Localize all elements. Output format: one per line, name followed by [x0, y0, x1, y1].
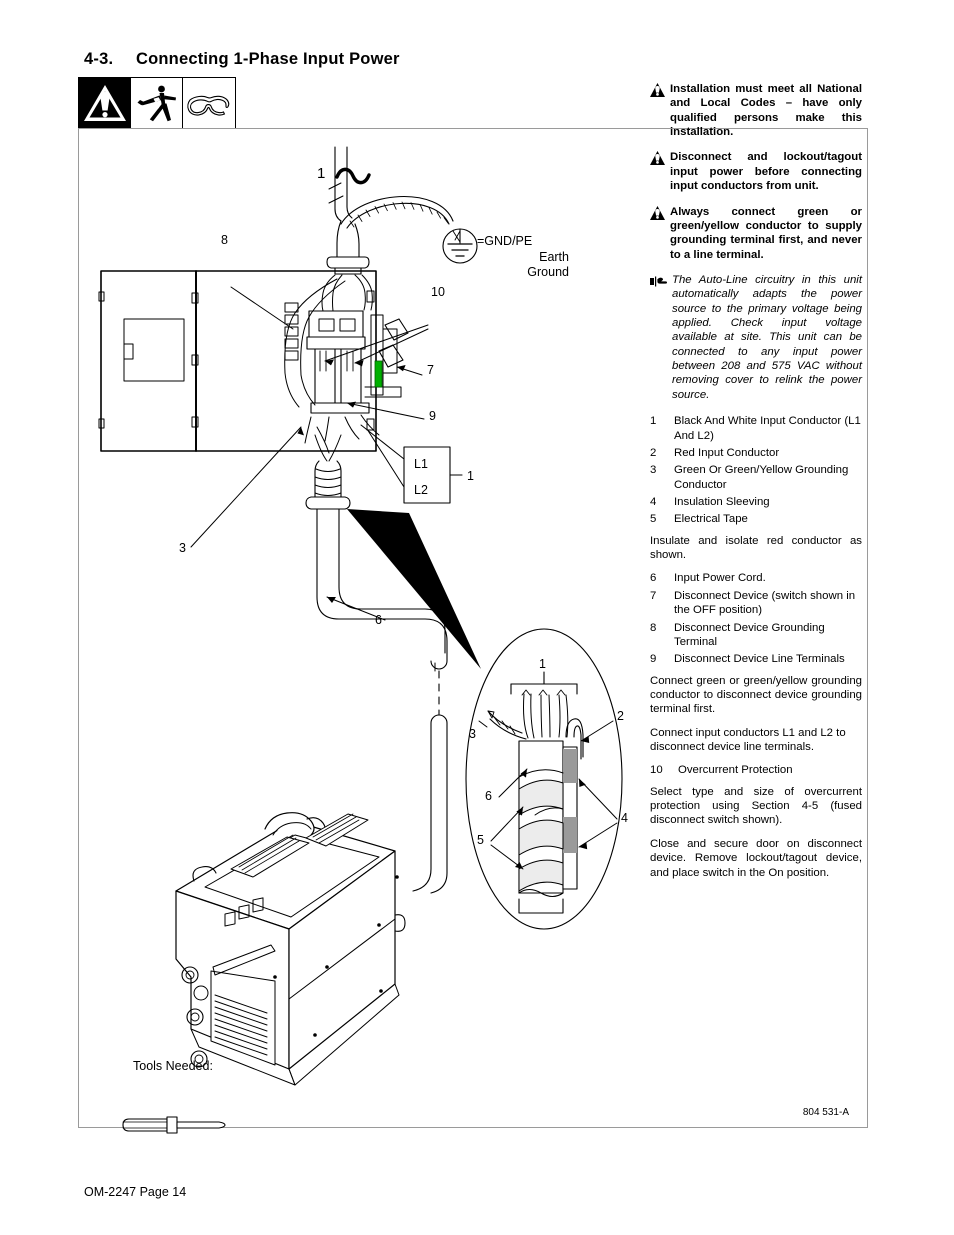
warning-item: Always connect green or green/yellow con… — [650, 205, 862, 262]
item-text: Disconnect Device (switch shown in the O… — [674, 589, 856, 617]
gnd-line-1: =GND/PE — [477, 234, 533, 248]
warning-text: Always connect green or green/yellow con… — [670, 205, 862, 261]
list-item: 2 Red Input Conductor — [650, 446, 862, 460]
paragraph-grounding: Connect green or green/yellow grounding … — [650, 674, 862, 716]
callout-9: 9 — [429, 409, 436, 423]
item-text: Disconnect Device Line Terminals — [674, 653, 845, 666]
safety-icon-strip — [78, 77, 236, 129]
item-number: 3 — [650, 464, 657, 477]
warning-triangle-icon — [79, 78, 131, 128]
safety-glasses-icon — [183, 78, 235, 128]
list-item: 1 Black And White Input Conductor (L1 An… — [650, 414, 862, 443]
section-title: Connecting 1-Phase Input Power — [136, 50, 400, 68]
tools-needed-label: Tools Needed: — [133, 1059, 213, 1073]
disconnect-switch-handle — [374, 360, 383, 388]
item-number: 4 — [650, 495, 657, 508]
item-text: Disconnect Device Grounding Terminal — [674, 621, 825, 648]
paragraph-insulate: Insulate and isolate red conductor as sh… — [650, 534, 862, 562]
warning-triangle-icon — [650, 82, 670, 139]
list-item: 5 Electrical Tape — [650, 512, 862, 526]
manual-page: 4-3. Connecting 1-Phase Input Power 1 =G… — [0, 0, 954, 1235]
pointing-hand-icon — [650, 273, 672, 402]
detail-callout-1: 1 — [539, 657, 546, 671]
item-list-primary: 1 Black And White Input Conductor (L1 An… — [650, 414, 862, 527]
item-text: Overcurrent Protection — [678, 764, 793, 777]
list-item: 4 Insulation Sleeving — [650, 495, 862, 509]
callout-8: 8 — [221, 233, 228, 247]
list-item: 7 Disconnect Device (switch shown in the… — [650, 589, 862, 618]
item-text: Red Input Conductor — [674, 446, 780, 459]
warning-triangle-icon — [650, 205, 670, 262]
paragraph-overcurrent: Select type and size of overcurrent prot… — [650, 785, 862, 827]
terminal-l1-label: L1 — [414, 457, 428, 471]
phase-count-label: 1 — [317, 165, 326, 182]
page-footer: OM-2247 Page 14 — [84, 1185, 187, 1199]
terminal-l2-label: L2 — [414, 483, 428, 497]
item-number: 9 — [650, 653, 657, 666]
item-number: 6 — [650, 572, 657, 585]
list-item: 9 Disconnect Device Line Terminals — [650, 652, 862, 666]
warning-triangle-icon — [650, 150, 670, 193]
detail-callout-3: 3 — [469, 727, 476, 741]
item-number: 5 — [650, 513, 657, 526]
paragraph-line-terminals: Connect input conductors L1 and L2 to di… — [650, 726, 846, 754]
ground-symbol-label: =GND/PE Earth Ground — [477, 234, 569, 281]
page-title: 4-3. Connecting 1-Phase Input Power — [84, 50, 400, 69]
item-text: Insulation Sleeving — [674, 495, 770, 508]
item-text: Electrical Tape — [674, 513, 748, 526]
callout-3: 3 — [179, 541, 186, 555]
callout-7: 7 — [427, 363, 434, 377]
warning-item: Disconnect and lockout/tagout input powe… — [650, 150, 862, 193]
item-list-secondary: 6 Input Power Cord. 7 Disconnect Device … — [650, 571, 862, 666]
detail-callout-5: 5 — [477, 833, 484, 847]
note-item: The Auto-Line circuitry in this unit aut… — [650, 273, 862, 402]
item-number: 1 — [650, 415, 657, 428]
warning-text: Installation must meet all National and … — [670, 83, 862, 139]
terminal-bracket-label: 1 — [467, 469, 474, 483]
callout-6: 6 — [375, 613, 382, 627]
gnd-line-3: Ground — [527, 265, 569, 280]
item-number: 7 — [650, 589, 657, 602]
note-text: The Auto-Line circuitry in this unit aut… — [672, 273, 862, 401]
item-number: 2 — [650, 446, 657, 459]
detail-callout-2: 2 — [617, 709, 624, 723]
gnd-line-2: Earth — [539, 249, 569, 264]
instructions-column: Installation must meet all National and … — [650, 82, 862, 889]
warning-text: Disconnect and lockout/tagout input powe… — [670, 151, 862, 193]
drawing-number: 804 531-A — [802, 1107, 849, 1118]
list-item: 8 Disconnect Device Grounding Terminal — [650, 621, 862, 650]
callout-10: 10 — [431, 285, 445, 299]
warning-item: Installation must meet all National and … — [650, 82, 862, 139]
item-number: 10 — [650, 764, 663, 777]
item-text: Input Power Cord. — [674, 572, 766, 585]
detail-callout-4: 4 — [621, 811, 628, 825]
item-text: Green Or Green/Yellow Grounding Conducto… — [674, 464, 849, 491]
list-item: 6 Input Power Cord. — [650, 571, 862, 585]
item-number: 8 — [650, 621, 657, 634]
section-number: 4-3. — [84, 50, 114, 68]
paragraph-close-door: Close and secure door on disconnect devi… — [650, 837, 862, 879]
item-text: Black And White Input Conductor (L1 And … — [674, 415, 861, 442]
detail-callout-6: 6 — [485, 789, 492, 803]
list-item: 10 Overcurrent Protection — [650, 763, 862, 777]
electric-shock-icon — [131, 78, 183, 128]
list-item: 3 Green Or Green/Yellow Grounding Conduc… — [650, 463, 862, 492]
